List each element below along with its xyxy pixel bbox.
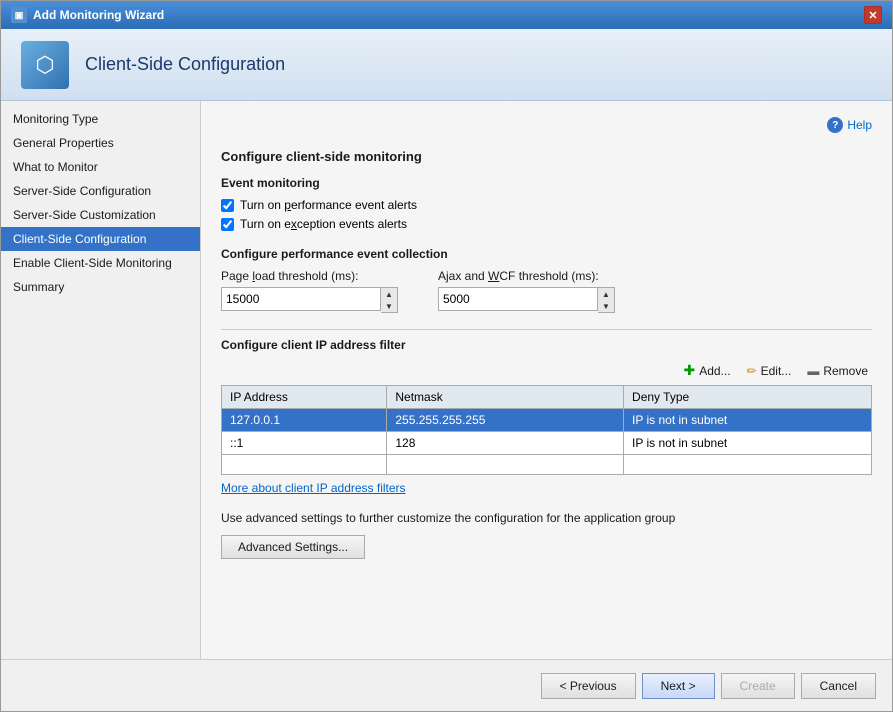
cell-deny: IP is not in subnet <box>624 432 872 455</box>
perf-collection-section: Configure performance event collection P… <box>221 247 872 313</box>
help-label: Help <box>847 118 872 132</box>
header-icon: ⬡ <box>21 41 69 89</box>
ip-address-table: IP Address Netmask Deny Type 127.0.0.1 2… <box>221 385 872 475</box>
page-load-label: Page load threshold (ms): <box>221 269 398 283</box>
cancel-button[interactable]: Cancel <box>801 673 876 699</box>
header-area: ⬡ Client-Side Configuration <box>1 29 892 101</box>
title-bar-left: ▣ Add Monitoring Wizard <box>11 7 164 23</box>
remove-label: Remove <box>823 364 868 378</box>
title-bar: ▣ Add Monitoring Wizard ✕ <box>1 1 892 29</box>
advanced-description: Use advanced settings to further customi… <box>221 511 872 525</box>
remove-button[interactable]: ▬ Remove <box>803 360 872 381</box>
checkbox-performance-label: Turn on performance event alerts <box>240 198 417 212</box>
main-content: ? Help Configure client-side monitoring … <box>201 101 892 659</box>
ajax-input[interactable]: 5000 <box>438 287 598 311</box>
event-monitoring-section: Event monitoring Turn on performance eve… <box>221 176 872 231</box>
header-title: Client-Side Configuration <box>85 54 285 75</box>
col-header-ip: IP Address <box>222 386 387 409</box>
edit-button[interactable]: ✏ Edit... <box>743 360 796 381</box>
ajax-spinner: ▲ ▼ <box>598 287 615 313</box>
page-load-field: Page load threshold (ms): 15000 ▲ ▼ <box>221 269 398 313</box>
add-icon: ✚ <box>683 362 695 379</box>
window-title: Add Monitoring Wizard <box>33 8 164 22</box>
previous-button[interactable]: < Previous <box>541 673 636 699</box>
perf-collection-title: Configure performance event collection <box>221 247 872 261</box>
page-load-input-wrap: 15000 ▲ ▼ <box>221 287 398 313</box>
more-link[interactable]: More about client IP address filters <box>221 481 406 495</box>
page-load-input[interactable]: 15000 <box>221 287 381 311</box>
remove-icon: ▬ <box>807 364 819 378</box>
sidebar-item-client-side-config[interactable]: Client-Side Configuration <box>1 227 200 251</box>
ajax-input-wrap: 5000 ▲ ▼ <box>438 287 615 313</box>
sidebar-item-summary[interactable]: Summary <box>1 275 200 299</box>
checkbox-exception-events[interactable] <box>221 218 234 231</box>
ajax-spin-down[interactable]: ▼ <box>598 300 614 312</box>
page-title: Configure client-side monitoring <box>221 149 872 164</box>
add-button[interactable]: ✚ Add... <box>679 360 734 381</box>
page-load-spin-down[interactable]: ▼ <box>381 300 397 312</box>
checkbox-row-performance: Turn on performance event alerts <box>221 198 872 212</box>
ajax-label: Ajax and WCF threshold (ms): <box>438 269 615 283</box>
close-button[interactable]: ✕ <box>864 6 882 24</box>
cell-ip: 127.0.0.1 <box>222 409 387 432</box>
content-area: Monitoring Type General Properties What … <box>1 101 892 659</box>
footer: < Previous Next > Create Cancel <box>1 659 892 711</box>
next-button[interactable]: Next > <box>642 673 715 699</box>
sidebar-item-enable-client-side[interactable]: Enable Client-Side Monitoring <box>1 251 200 275</box>
checkbox-exception-label: Turn on exception events alerts <box>240 217 407 231</box>
help-circle-icon: ? <box>827 117 843 133</box>
sidebar: Monitoring Type General Properties What … <box>1 101 201 659</box>
page-load-spin-up[interactable]: ▲ <box>381 288 397 300</box>
cell-deny: IP is not in subnet <box>624 409 872 432</box>
col-header-netmask: Netmask <box>387 386 624 409</box>
main-window: ▣ Add Monitoring Wizard ✕ ⬡ Client-Side … <box>0 0 893 712</box>
cell-netmask: 255.255.255.255 <box>387 409 624 432</box>
table-row[interactable]: ::1 128 IP is not in subnet <box>222 432 872 455</box>
sidebar-item-what-to-monitor[interactable]: What to Monitor <box>1 155 200 179</box>
threshold-row: Page load threshold (ms): 15000 ▲ ▼ <box>221 269 872 313</box>
help-link[interactable]: ? Help <box>827 117 872 133</box>
sidebar-item-general-properties[interactable]: General Properties <box>1 131 200 155</box>
edit-icon: ✏ <box>747 364 757 378</box>
sidebar-item-monitoring-type[interactable]: Monitoring Type <box>1 107 200 131</box>
ajax-field: Ajax and WCF threshold (ms): 5000 ▲ ▼ <box>438 269 615 313</box>
advanced-section: Use advanced settings to further customi… <box>221 511 872 559</box>
ip-filter-title: Configure client IP address filter <box>221 329 872 352</box>
cell-ip: ::1 <box>222 432 387 455</box>
event-monitoring-title: Event monitoring <box>221 176 872 190</box>
advanced-settings-button[interactable]: Advanced Settings... <box>221 535 365 559</box>
window-icon: ▣ <box>11 7 27 23</box>
edit-label: Edit... <box>761 364 792 378</box>
sidebar-item-server-side-custom[interactable]: Server-Side Customization <box>1 203 200 227</box>
create-button[interactable]: Create <box>721 673 795 699</box>
sidebar-item-server-side-config[interactable]: Server-Side Configuration <box>1 179 200 203</box>
ajax-spin-up[interactable]: ▲ <box>598 288 614 300</box>
col-header-deny: Deny Type <box>624 386 872 409</box>
table-row[interactable]: 127.0.0.1 255.255.255.255 IP is not in s… <box>222 409 872 432</box>
checkbox-performance-events[interactable] <box>221 199 234 212</box>
add-label: Add... <box>699 364 730 378</box>
checkbox-row-exception: Turn on exception events alerts <box>221 217 872 231</box>
cell-netmask: 128 <box>387 432 624 455</box>
table-row-empty <box>222 455 872 475</box>
ip-filter-section: Configure client IP address filter ✚ Add… <box>221 329 872 495</box>
ip-toolbar: ✚ Add... ✏ Edit... ▬ Remove <box>221 360 872 381</box>
page-load-spinner: ▲ ▼ <box>381 287 398 313</box>
